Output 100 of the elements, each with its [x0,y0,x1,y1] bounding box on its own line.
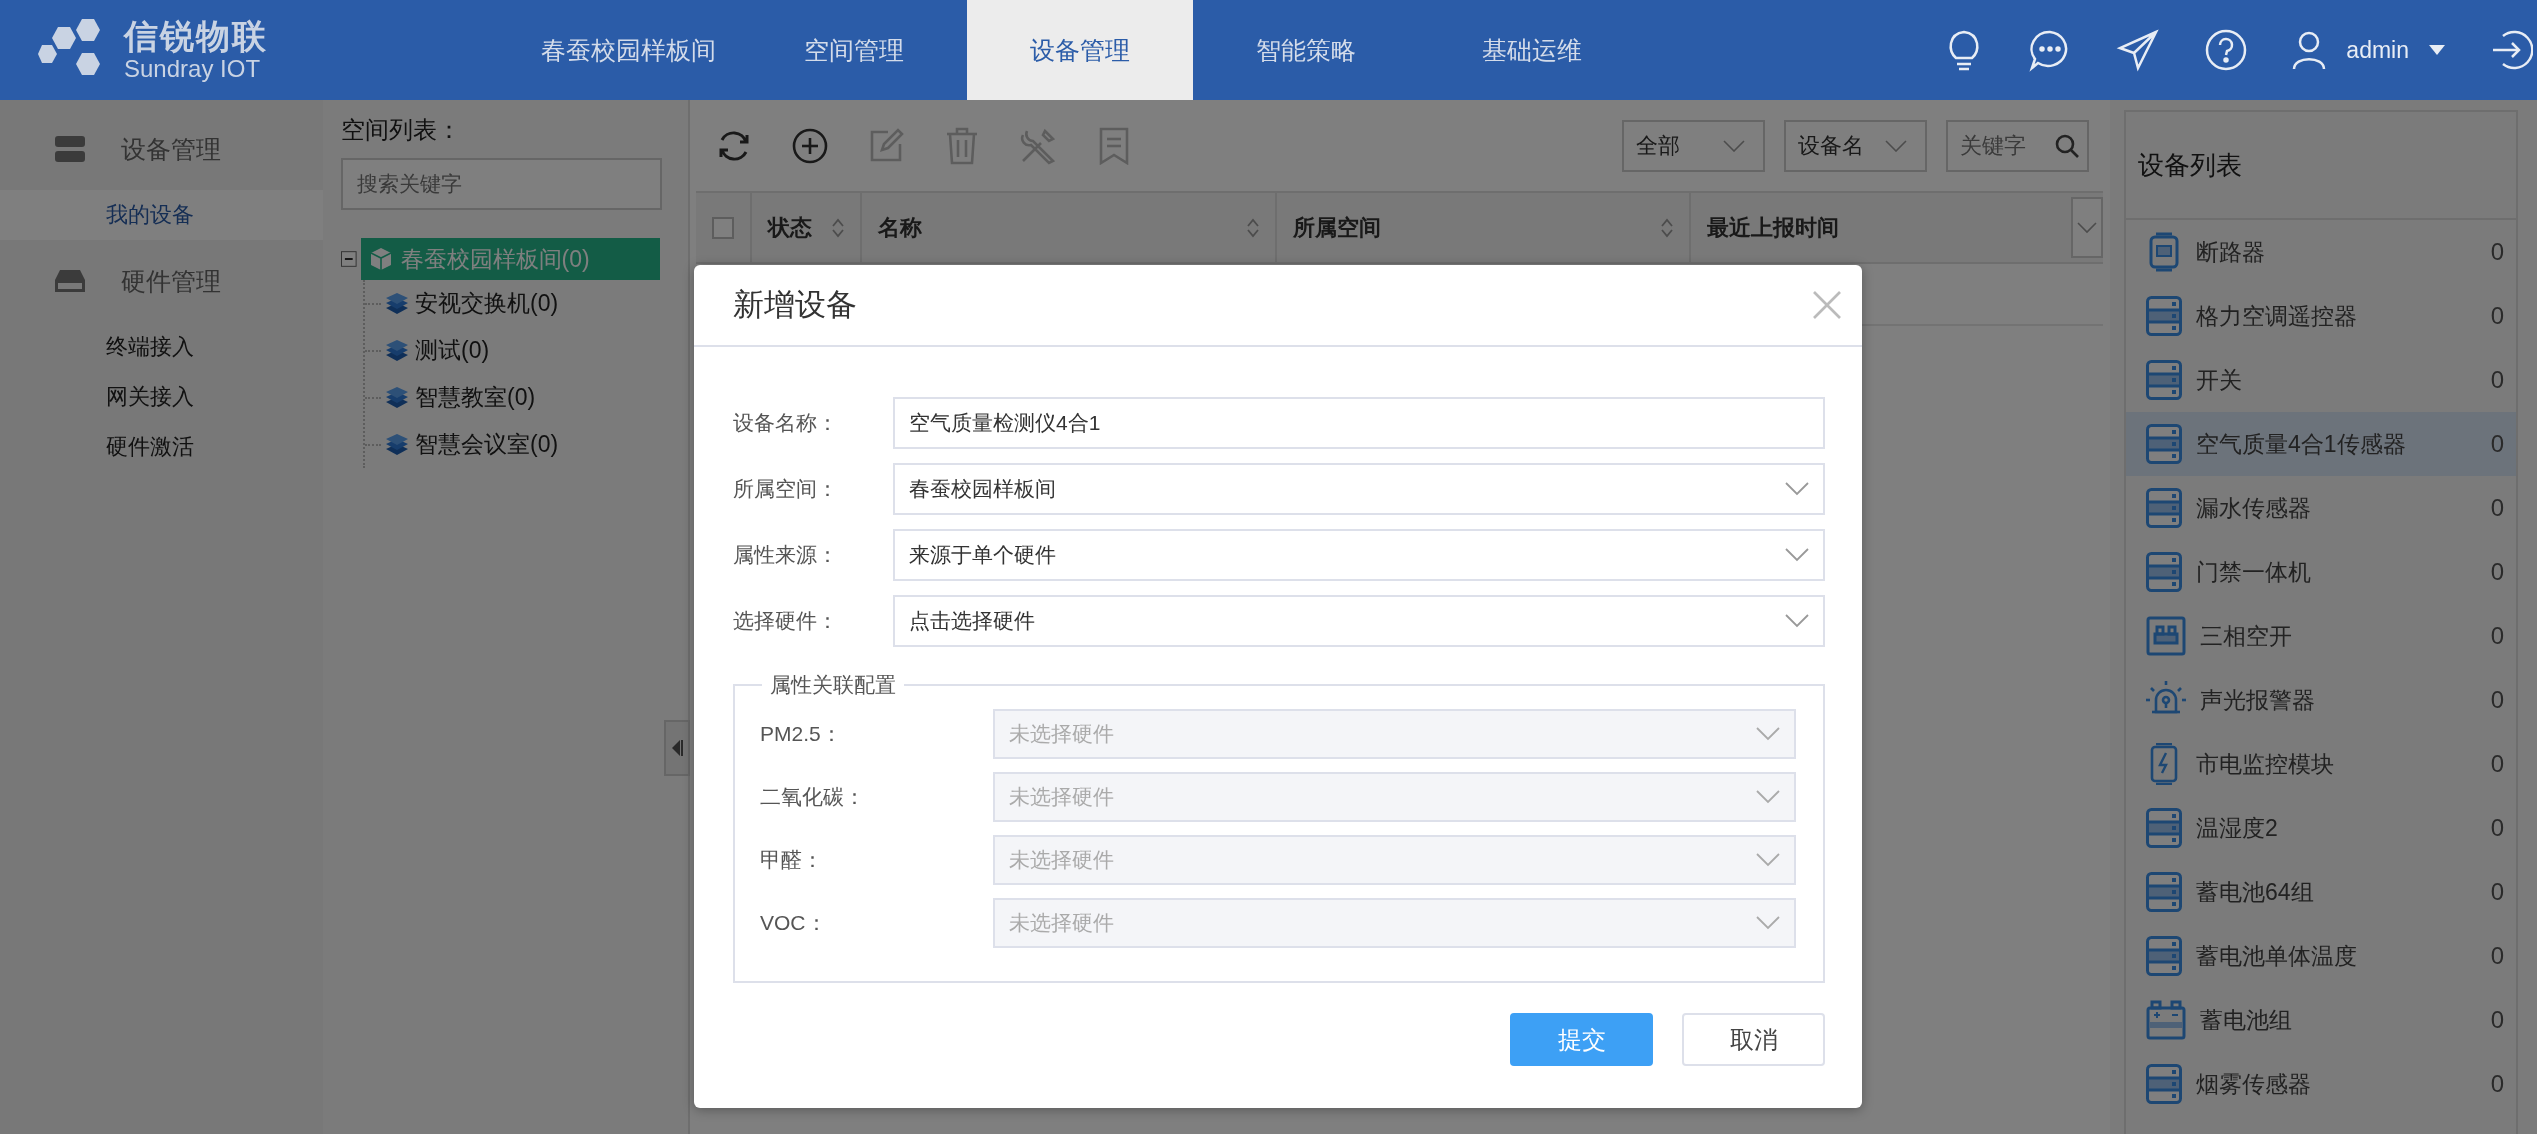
device-type-item[interactable]: 开关 0 [2126,348,2516,412]
dropdown-field[interactable]: 点击选择硬件 [893,595,1825,647]
sidebar-item[interactable]: 网关接入 [0,372,323,422]
panel-title: 空间列表： [341,115,462,145]
server-icon [2146,808,2182,848]
device-count: 0 [2490,942,2504,970]
sidebar-group[interactable]: 设备管理 [121,132,221,166]
logo-name: 信锐物联 [124,18,268,56]
sort-icon[interactable] [1661,217,1673,238]
send-icon[interactable] [2116,28,2161,72]
sidebar-item[interactable]: 硬件激活 [0,422,323,472]
layers-icon [385,386,409,409]
caret-icon[interactable] [2429,45,2445,55]
device-type-item[interactable]: 三相空开 0 [2126,604,2516,668]
layers-icon [385,433,409,456]
device-type-item[interactable]: 声光报警器 0 [2126,668,2516,732]
field-label: 选择硬件： [733,608,839,634]
nav-tab[interactable]: 智能策略 [1193,0,1419,100]
device-count: 0 [2490,558,2504,586]
cancel-button[interactable]: 取消 [1682,1013,1825,1066]
server-icon [2146,296,2182,336]
nav-tab[interactable]: 设备管理 [967,0,1193,100]
dropdown-field[interactable]: 来源于单个硬件 [893,529,1825,581]
collapse-icon[interactable] [341,251,357,267]
keyword-search-field[interactable]: 关键字 [1946,119,2089,172]
dropdown-field[interactable]: 春蚕校园样板间 [893,463,1825,515]
chevron-down-icon[interactable] [1723,139,1745,152]
server-icon [2146,936,2182,976]
server-icon [2146,552,2182,592]
user-icon[interactable] [2292,30,2327,70]
device-count: 0 [2490,878,2504,906]
chevron-down-icon[interactable] [1785,482,1809,496]
filter-dropdown[interactable]: 全部 [1622,119,1765,172]
server-icon [2146,872,2182,912]
sort-icon[interactable] [1247,217,1259,238]
close-icon[interactable] [1812,290,1842,320]
field-label: VOC： [760,910,828,936]
device-count: 0 [2490,1006,2504,1034]
chevron-down-icon[interactable] [1785,548,1809,562]
device-count: 0 [2490,494,2504,522]
device-type-item[interactable]: 断路器 0 [2126,220,2516,284]
chevron-down-icon[interactable] [2077,221,2097,234]
cube-icon [368,247,393,271]
device-type-item[interactable]: 蓄电池单体温度 0 [2126,924,2516,988]
tree-node[interactable]: 测试(0) [381,333,494,368]
column-header[interactable]: 状态 [752,193,862,262]
sidebar-group[interactable]: 硬件管理 [121,264,221,298]
server-icon [2146,488,2182,528]
tree-node[interactable]: 智慧会议室(0) [381,427,563,462]
device-type-item[interactable]: 烟雾传感器 0 [2126,1052,2516,1116]
field-label: 设备名称： [733,410,839,436]
device-type-item[interactable]: 漏水传感器 0 [2126,476,2516,540]
device-type-item[interactable]: 市电监控模块 0 [2126,732,2516,796]
sort-icon[interactable] [832,217,844,238]
device-count: 0 [2490,622,2504,650]
sidebar-item[interactable]: 我的设备 [0,190,323,240]
user-name[interactable]: admin [2346,36,2409,64]
layers-icon [385,292,409,315]
column-header[interactable]: 所属空间 [1277,193,1691,262]
tree-node[interactable]: 智慧教室(0) [381,380,540,415]
device-name-field[interactable]: 空气质量检测仪4合1 [893,397,1825,449]
device-count: 0 [2490,366,2504,394]
device-count: 0 [2490,686,2504,714]
chevron-down-icon[interactable] [1785,614,1809,628]
column-menu-button[interactable] [2071,197,2103,258]
field-label: PM2.5： [760,721,843,747]
device-type-item[interactable]: 蓄电池组 0 [2126,988,2516,1052]
nav-tab[interactable]: 基础运维 [1419,0,1645,100]
field-label: 所属空间： [733,476,839,502]
search-icon[interactable] [2055,133,2079,158]
server-icon [55,136,85,162]
device-type-item[interactable]: 蓄电池64组 0 [2126,860,2516,924]
panel-title: 设备列表 [2126,112,2516,220]
field-label: 属性来源： [733,542,839,568]
column-header[interactable]: 名称 [862,193,1277,262]
device-type-item[interactable]: 空气质量4合1传感器 0 [2126,412,2516,476]
server-icon [2146,1064,2182,1104]
submit-button[interactable]: 提交 [1510,1013,1653,1066]
device-count: 0 [2490,430,2504,458]
device-count: 0 [2490,238,2504,266]
tree-node[interactable]: 安视交换机(0) [381,286,563,321]
device-type-item[interactable]: 格力空调遥控器 0 [2126,284,2516,348]
device-type-item[interactable]: 门禁一体机 0 [2126,540,2516,604]
field-label: 二氧化碳： [760,784,866,810]
help-icon[interactable] [2204,28,2249,72]
column-header[interactable]: 最近上报时间 [1691,193,2071,262]
collapse-handle[interactable] [664,720,690,776]
server-icon [2146,360,2182,400]
battery-icon [2146,1000,2186,1040]
select-all-checkbox[interactable] [712,216,734,239]
layers-icon [385,339,409,362]
filter-dropdown[interactable]: 设备名 [1784,119,1927,172]
device-type-item[interactable]: 温湿度2 0 [2126,796,2516,860]
chevron-down-icon[interactable] [1885,139,1907,152]
sidebar-item[interactable]: 终端接入 [0,322,323,372]
nav-tab[interactable]: 空间管理 [741,0,967,100]
search-field[interactable]: 搜索关键字 [341,158,662,210]
device-count: 0 [2490,1070,2504,1098]
nav-tab[interactable]: 春蚕校园样板间 [515,0,741,100]
collapse-left-icon[interactable] [670,739,684,757]
